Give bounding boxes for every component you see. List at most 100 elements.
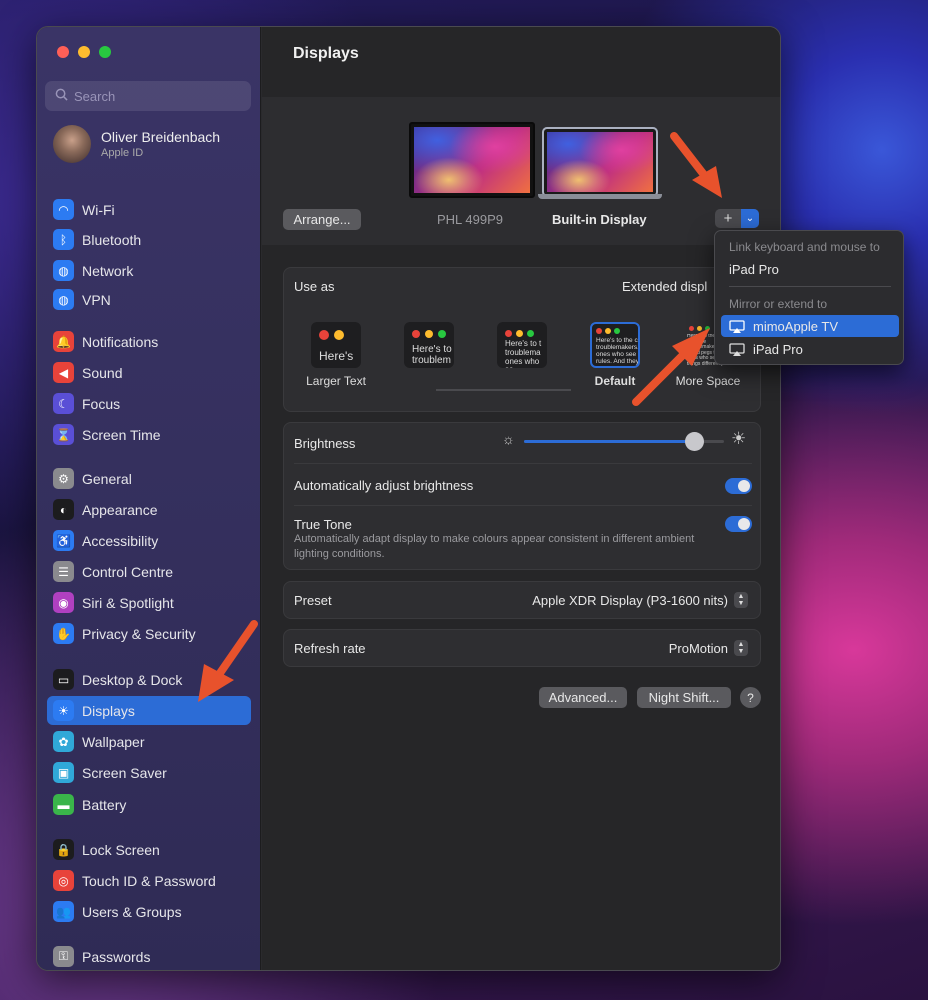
sun-large-icon: ☀ — [731, 429, 747, 448]
menu-item-label: iPad Pro — [729, 261, 779, 277]
hourglass-icon: ⌛ — [53, 424, 74, 445]
use-as-panel: Use as Extended displ Here's Larger Text… — [283, 267, 761, 412]
apple-id-profile[interactable]: Oliver Breidenbach Apple ID — [53, 125, 220, 163]
sidebar-item-label: VPN — [82, 291, 111, 308]
auto-brightness-label: Automatically adjust brightness — [294, 478, 474, 493]
menu-item-apple-tv[interactable]: mimoApple TV — [721, 315, 899, 337]
sidebar-item-label: Network — [82, 262, 134, 279]
add-display-control[interactable]: + ⌄ — [715, 209, 759, 228]
sidebar-item-label: Battery — [82, 796, 127, 813]
menu-item-ipad-pro[interactable]: iPad Pro — [721, 338, 899, 360]
brightness-slider[interactable] — [524, 432, 724, 451]
search-field[interactable] — [45, 81, 251, 111]
sidebar-item-appearance[interactable]: ◐ Appearance — [47, 495, 251, 524]
globe-icon: ◍ — [53, 289, 74, 310]
sidebar-item-label: Wallpaper — [82, 733, 145, 750]
sidebar-item-control-centre[interactable]: ☰ Control Centre — [47, 557, 251, 586]
minimize-button[interactable] — [78, 46, 90, 58]
auto-brightness-toggle[interactable] — [725, 478, 752, 494]
resolution-larger-text[interactable]: Here's Larger Text — [296, 322, 376, 388]
zoom-button[interactable] — [99, 46, 111, 58]
resolution-option-3[interactable]: Here's to t troublema ones who se — [482, 322, 562, 374]
monitor-phl[interactable] — [409, 122, 535, 198]
sidebar-item-wi-fi[interactable]: ◠ Wi-Fi — [47, 195, 251, 224]
sidebar-item-vpn[interactable]: ◍ VPN — [47, 285, 251, 314]
brightness-knob[interactable] — [685, 432, 704, 451]
search-icon — [55, 88, 68, 104]
monitor-builtin-label: Built-in Display — [552, 212, 647, 227]
add-display-button[interactable]: + — [715, 209, 741, 228]
preview-text: Here's to troublem — [412, 344, 452, 366]
mirror-header: Mirror or extend to — [729, 297, 828, 311]
monitor-builtin[interactable] — [542, 127, 658, 197]
sidebar-item-general[interactable]: ⚙ General — [47, 464, 251, 493]
brightness-panel: Brightness ☼ ☀ Automatically adjust brig… — [283, 422, 761, 570]
profile-name: Oliver Breidenbach — [101, 129, 221, 145]
appearance-icon: ◐ — [53, 499, 74, 520]
refresh-rate-label: Refresh rate — [294, 641, 366, 656]
sidebar-item-label: Users & Groups — [82, 903, 182, 920]
chevron-down-icon[interactable]: ⌄ — [741, 209, 759, 228]
laptop-base — [538, 194, 662, 199]
sidebar-item-wallpaper[interactable]: ✿ Wallpaper — [47, 727, 251, 756]
sidebar-item-sound[interactable]: ◀ Sound — [47, 358, 251, 387]
preset-select[interactable]: Apple XDR Display (P3-1600 nits) ▲ ▼ — [532, 592, 748, 608]
menu-item-label: iPad Pro — [753, 341, 803, 357]
sidebar-item-screen-time[interactable]: ⌛ Screen Time — [47, 420, 251, 449]
resolution-options: Here's Larger Text Here's to troublem He… — [296, 322, 756, 402]
sidebar-item-notifications[interactable]: 🔔 Notifications — [47, 327, 251, 356]
sidebar-item-displays[interactable]: ☀ Displays — [47, 696, 251, 725]
sidebar-item-lock-screen[interactable]: 🔒 Lock Screen — [47, 835, 251, 864]
sidebar-item-label: Siri & Spotlight — [82, 594, 174, 611]
close-button[interactable] — [57, 46, 69, 58]
sun-small-icon: ☼ — [502, 431, 515, 447]
resolution-option-2[interactable]: Here's to troublem — [389, 322, 469, 374]
true-tone-toggle[interactable] — [725, 516, 752, 532]
use-as-label: Use as — [294, 279, 335, 294]
sidebar-item-label: Focus — [82, 395, 121, 412]
brightness-label: Brightness — [294, 436, 356, 451]
sidebar-item-users-groups[interactable]: 👥 Users & Groups — [47, 897, 251, 926]
sidebar-item-battery[interactable]: ▬ Battery — [47, 790, 251, 819]
sidebar-item-accessibility[interactable]: ♿ Accessibility — [47, 526, 251, 555]
search-input[interactable] — [74, 88, 234, 104]
display-arrangement: Arrange... PHL 499P9 Built-in Display + … — [262, 97, 780, 245]
menu-item-link-ipad[interactable]: iPad Pro — [721, 258, 899, 280]
option-label: Default — [594, 374, 636, 388]
option-label: Larger Text — [306, 374, 366, 388]
dock-icon: ▭ — [53, 669, 74, 690]
moon-icon: ☾ — [53, 393, 74, 414]
sidebar-item-bluetooth[interactable]: ᛒ Bluetooth — [47, 225, 251, 254]
avatar — [53, 125, 91, 163]
sidebar-item-label: Control Centre — [82, 563, 174, 580]
siri-icon: ◉ — [53, 592, 74, 613]
main-pane: Displays Arrange... PHL 499P9 Built-in D… — [262, 27, 780, 970]
sidebar-item-label: Accessibility — [82, 532, 159, 549]
divider — [294, 505, 752, 506]
refresh-rate-select[interactable]: ProMotion ▲ ▼ — [669, 640, 748, 656]
sidebar-item-passwords[interactable]: ⚿ Passwords — [47, 942, 251, 970]
sidebar-item-network[interactable]: ◍ Network — [47, 256, 251, 285]
control-centre-icon: ☰ — [53, 561, 74, 582]
sidebar-item-touch-id-password[interactable]: ◎ Touch ID & Password — [47, 866, 251, 895]
preset-value: Apple XDR Display (P3-1600 nits) — [532, 592, 728, 608]
sidebar-item-desktop-dock[interactable]: ▭ Desktop & Dock — [47, 665, 251, 694]
preview-text: Here's to the cr troublemakers. ones who… — [596, 337, 640, 366]
sidebar-item-privacy-security[interactable]: ✋ Privacy & Security — [47, 619, 251, 648]
advanced-button[interactable]: Advanced... — [539, 687, 627, 708]
bell-icon: 🔔 — [53, 331, 74, 352]
arrange-button[interactable]: Arrange... — [283, 209, 361, 230]
sidebar-item-screen-saver[interactable]: ▣ Screen Saver — [47, 758, 251, 787]
sidebar-item-focus[interactable]: ☾ Focus — [47, 389, 251, 418]
sidebar-item-siri-spotlight[interactable]: ◉ Siri & Spotlight — [47, 588, 251, 617]
globe-icon: ◍ — [53, 260, 74, 281]
help-button[interactable]: ? — [740, 687, 761, 708]
page-title: Displays — [293, 45, 359, 62]
sidebar-item-label: Notifications — [82, 333, 159, 350]
airplay-icon — [729, 342, 745, 356]
night-shift-button[interactable]: Night Shift... — [637, 687, 731, 708]
resolution-default[interactable]: Here's to the cr troublemakers. ones who… — [575, 322, 655, 388]
resolution-track — [436, 389, 571, 391]
sidebar-item-label: Touch ID & Password — [82, 872, 216, 889]
battery-icon: ▬ — [53, 794, 74, 815]
